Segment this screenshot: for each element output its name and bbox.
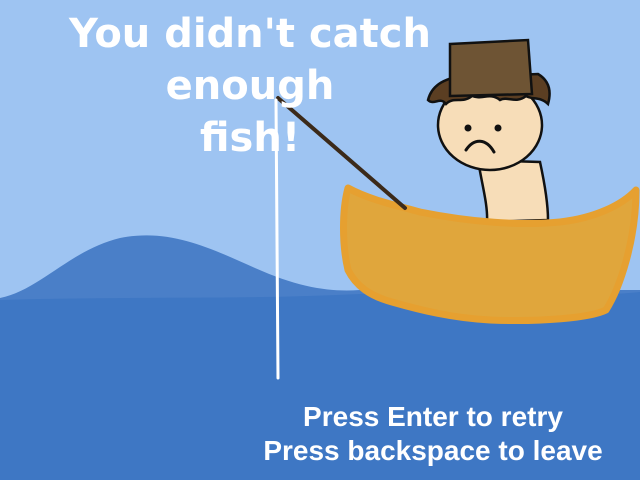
retry-prompt: Press Enter to retry [303, 401, 563, 432]
message-line-1: You didn't catch enough [69, 11, 431, 109]
control-prompts: Press Enter to retry Press backspace to … [240, 400, 626, 468]
leave-prompt: Press backspace to leave [263, 435, 603, 466]
game-scene: You didn't catch enough fish! Press Ente… [0, 0, 640, 480]
message-line-2: fish! [199, 115, 301, 161]
game-over-message: You didn't catch enough fish! [0, 8, 500, 164]
